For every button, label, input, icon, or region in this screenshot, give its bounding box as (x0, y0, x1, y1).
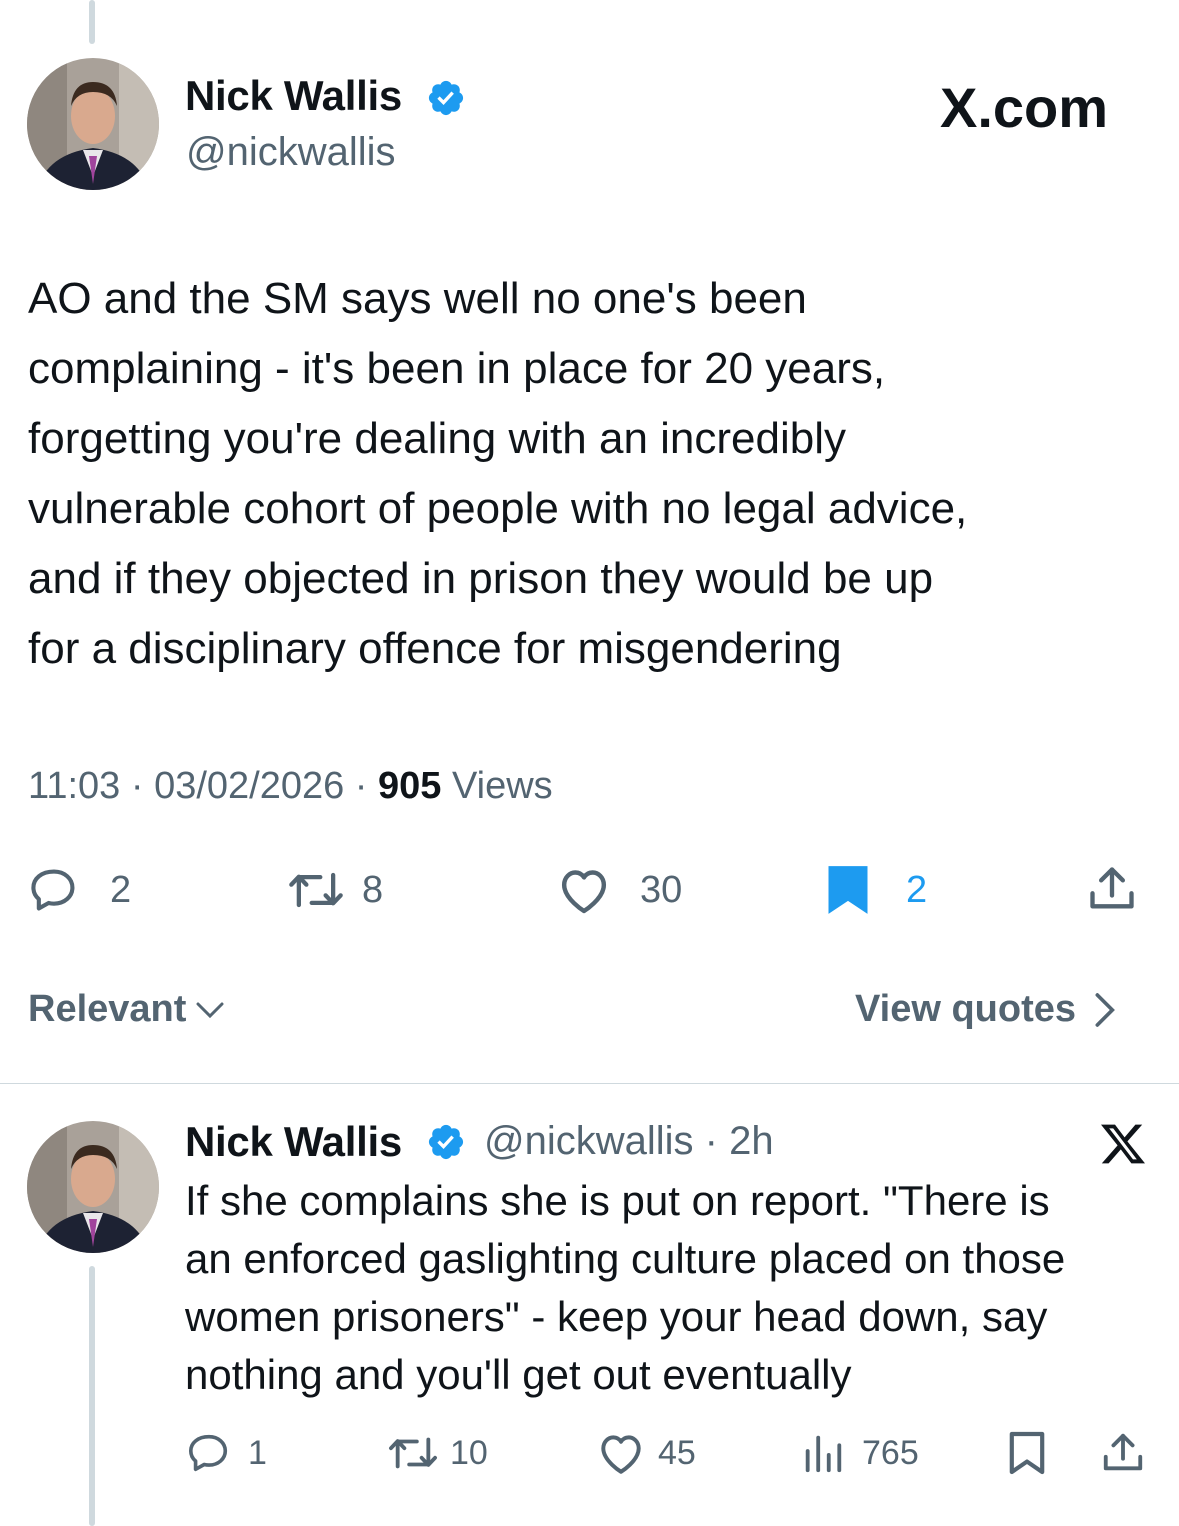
reply-count: 2 (110, 868, 132, 911)
views-label: Views (452, 765, 553, 807)
view-quotes-link[interactable]: View quotes (855, 988, 1118, 1031)
views-count: 905 (378, 765, 442, 807)
section-divider (0, 1083, 1179, 1084)
reply-views-button[interactable]: 765 (800, 1430, 919, 1476)
like-count: 30 (640, 868, 683, 911)
repost-icon (389, 1437, 437, 1469)
like-icon (561, 870, 607, 914)
repost-icon (289, 872, 343, 908)
tweet-time[interactable]: 11:03 (28, 765, 120, 807)
sort-dropdown[interactable]: Relevant (28, 988, 228, 1031)
reply-button[interactable]: 2 (28, 864, 131, 916)
author-handle[interactable]: @nickwallis (186, 130, 396, 175)
chevron-down-icon (196, 1002, 224, 1018)
x-logo-icon (1098, 1120, 1148, 1173)
source-watermark: X.com (940, 76, 1109, 139)
reply-views-count: 765 (862, 1433, 919, 1472)
reply-icon (31, 869, 75, 911)
reply-avatar[interactable] (27, 1121, 159, 1253)
share-icon (1090, 867, 1134, 909)
sort-label: Relevant (28, 988, 187, 1030)
share-icon (1103, 1433, 1143, 1471)
reply-like-count: 45 (658, 1433, 696, 1472)
repost-button[interactable]: 8 (286, 864, 383, 916)
views-icon (805, 1435, 842, 1473)
reply-handle-line: @nickwallis · 2h (484, 1119, 774, 1163)
reply-reply-button[interactable]: 1 (186, 1430, 267, 1476)
bookmark-button[interactable]: 2 (826, 864, 927, 916)
tweet-text: AO and the SM says well no one's been co… (28, 274, 968, 673)
thread-line-top (89, 0, 95, 44)
reply-text: If she complains she is put on report. "… (185, 1177, 1066, 1398)
like-button[interactable]: 30 (556, 864, 682, 916)
verified-badge-icon (426, 78, 466, 123)
author-name[interactable]: Nick Wallis (185, 72, 402, 120)
bookmark-icon (1009, 1431, 1045, 1475)
reply-age[interactable]: 2h (729, 1119, 774, 1163)
reply-icon (188, 1434, 228, 1472)
tweet-date[interactable]: 03/02/2026 (154, 765, 344, 807)
chevron-right-icon (1095, 992, 1115, 1027)
thread-line-bottom (89, 1266, 95, 1526)
reply-repost-button[interactable]: 10 (386, 1430, 488, 1476)
reply-reply-count: 1 (248, 1433, 267, 1472)
bookmark-count: 2 (906, 868, 928, 911)
share-button[interactable] (1086, 862, 1138, 916)
reply-bookmark-button[interactable] (1008, 1430, 1046, 1476)
reply-share-button[interactable] (1100, 1430, 1146, 1476)
view-quotes-label: View quotes (855, 988, 1077, 1030)
verified-badge-icon (426, 1122, 466, 1167)
like-icon (601, 1435, 641, 1474)
repost-count: 8 (362, 868, 384, 911)
avatar[interactable] (27, 58, 159, 190)
bookmark-icon (828, 866, 868, 914)
reply-like-button[interactable]: 45 (596, 1430, 696, 1476)
reply-repost-count: 10 (450, 1433, 488, 1472)
tweet-meta: 11:03 · 03/02/2026 · 905 Views (28, 765, 553, 807)
reply-author-handle[interactable]: @nickwallis (484, 1119, 694, 1163)
reply-author-name[interactable]: Nick Wallis (185, 1118, 402, 1166)
